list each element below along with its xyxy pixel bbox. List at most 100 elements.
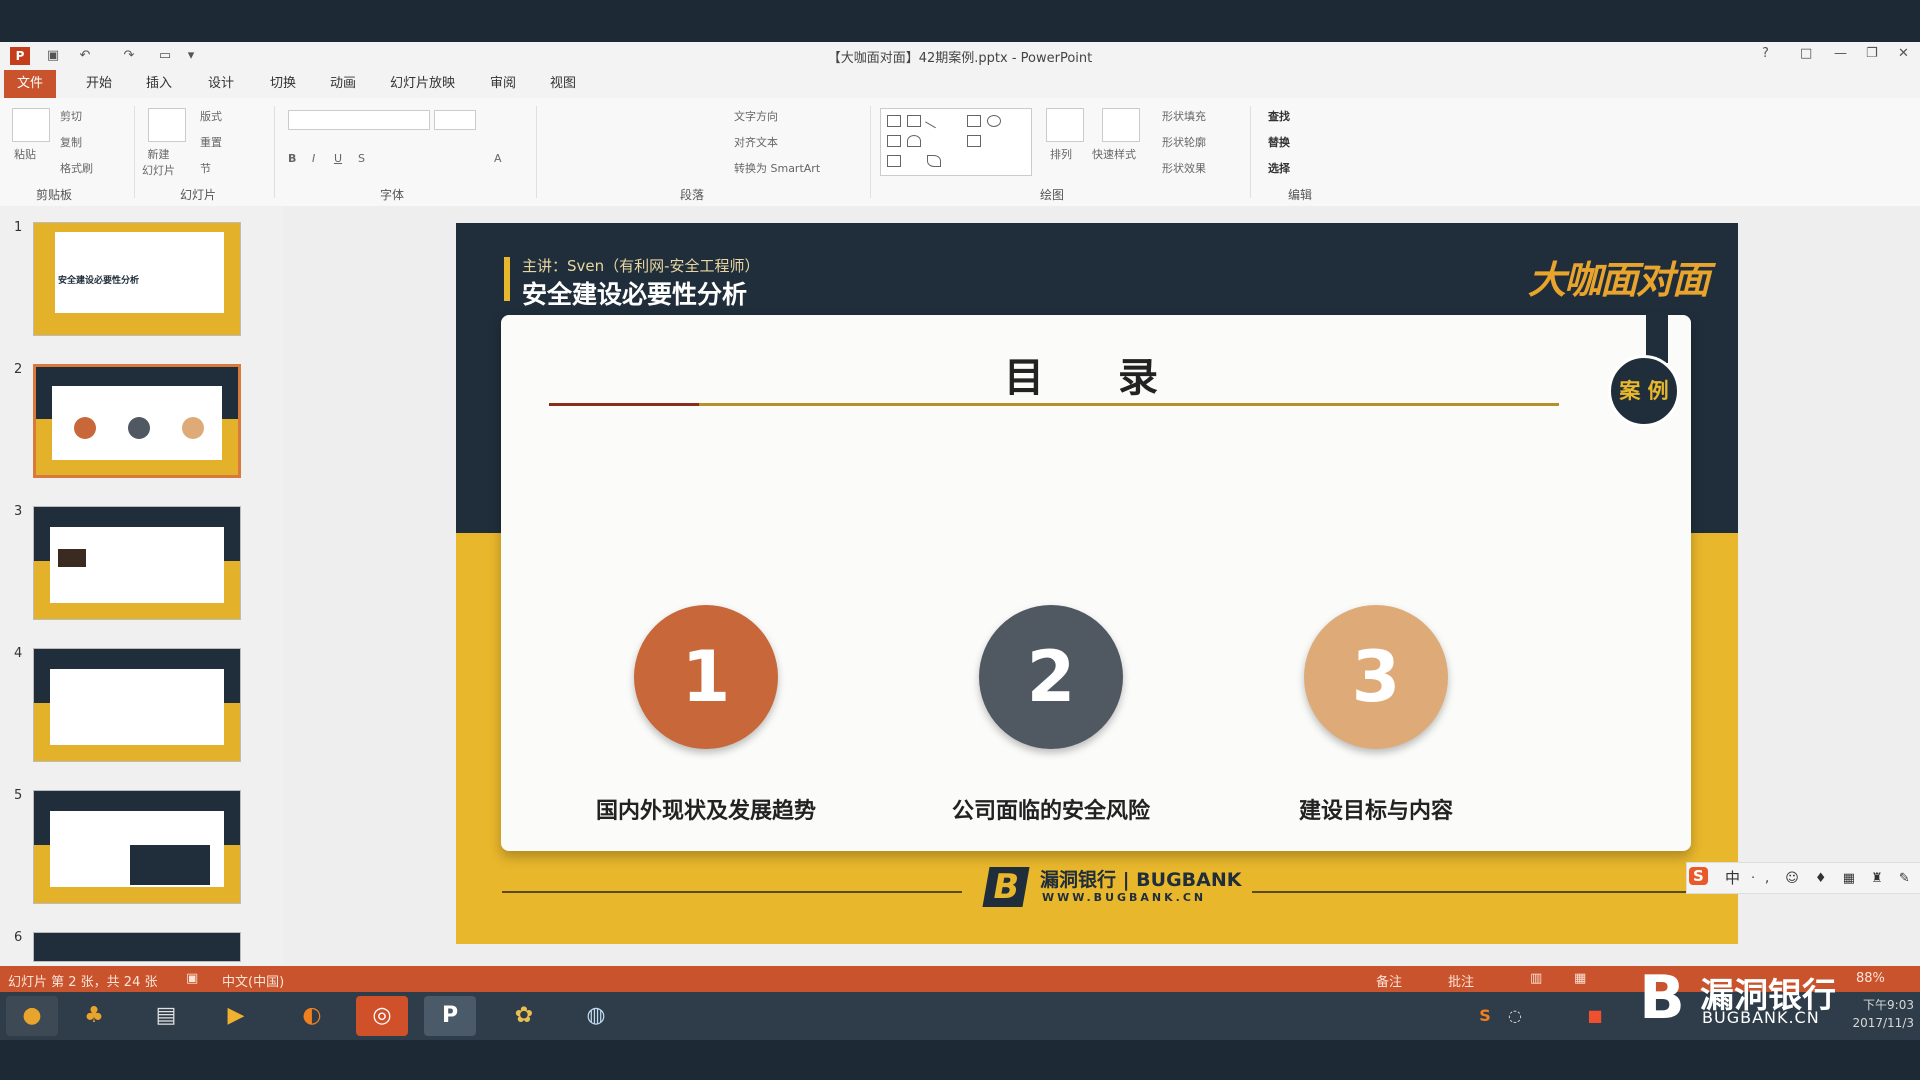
thumbnail-slide-3[interactable]: 3 [0, 502, 283, 620]
font-name-combobox[interactable] [288, 110, 430, 130]
system-clock[interactable]: 下午9:03 2017/11/3 [1830, 996, 1914, 1032]
thumbnail-slide-4[interactable]: 4 [0, 644, 283, 762]
zoom-level[interactable]: 88% [1856, 971, 1885, 986]
new-slide-icon[interactable] [148, 108, 186, 142]
thumbnail-number: 1 [14, 220, 23, 235]
media-player-icon[interactable]: ▶ [210, 996, 262, 1036]
reset-button[interactable]: 重置 [200, 134, 222, 150]
thumbnail-image[interactable] [33, 932, 241, 962]
clipboard-group-label: 剪贴板 [36, 188, 73, 202]
toc-item-label: 公司面临的安全风险 [951, 799, 1150, 824]
rect2-shape-icon[interactable] [887, 135, 901, 147]
minimize-button[interactable]: — [1834, 46, 1847, 61]
thumbnail-image-selected[interactable] [33, 364, 241, 478]
bold-icon[interactable]: B [288, 152, 296, 165]
tab-animations[interactable]: 动画 [322, 74, 364, 94]
shape-fill-button[interactable]: 形状填充 [1162, 108, 1206, 124]
thumbnail-slide-1[interactable]: 1 安全建设必要性分析 [0, 218, 283, 336]
tab-home[interactable]: 开始 [78, 74, 120, 94]
shapes-gallery[interactable] [880, 108, 1032, 176]
callout-shape-icon[interactable] [887, 155, 901, 167]
thumbnail-image[interactable]: 安全建设必要性分析 [33, 222, 241, 336]
font-size-combobox[interactable] [434, 110, 476, 130]
select-button[interactable]: 选择 [1268, 160, 1290, 176]
format-painter-button[interactable]: 格式刷 [60, 160, 93, 176]
ime-language[interactable]: 中 [1725, 867, 1740, 888]
file-explorer-icon[interactable]: ▤ [140, 996, 192, 1036]
find-button[interactable]: 查找 [1268, 108, 1290, 124]
help-button[interactable]: ? [1762, 46, 1769, 61]
tray-sogou-icon[interactable]: S [1470, 996, 1500, 1036]
oval-shape-icon[interactable] [987, 115, 1001, 127]
tab-view[interactable]: 视图 [542, 74, 584, 94]
layout-button[interactable]: 版式 [200, 108, 222, 124]
textbox-shape-icon[interactable] [907, 115, 921, 127]
arrange-icon[interactable] [1046, 108, 1084, 142]
arrow-shape-icon[interactable] [967, 135, 981, 147]
ime-toolbar[interactable]: S 中 ㆍ, ☺ ♦ ▦ ♜ ✎ [1686, 862, 1920, 894]
slide-sorter-icon[interactable]: ▦ [1574, 971, 1586, 986]
copy-button[interactable]: 复制 [60, 134, 82, 150]
paste-button[interactable]: 粘贴 [14, 146, 36, 162]
shadow-icon[interactable]: S [358, 152, 365, 165]
thumbnail-image[interactable] [33, 790, 241, 904]
language-indicator[interactable]: 中文(中国) [222, 971, 284, 990]
ribbon-separator [274, 106, 275, 198]
network-app-icon[interactable]: ◍ [570, 996, 622, 1036]
tray-app-icon[interactable]: ■ [1580, 996, 1610, 1036]
underline-icon[interactable]: U [334, 152, 342, 165]
paragraph-group-label: 段落 [680, 188, 705, 202]
rectangle-shape-icon[interactable] [887, 115, 901, 127]
quick-styles-button[interactable]: 快速样式 [1092, 146, 1136, 162]
current-slide[interactable]: 主讲：Sven（有利网-安全工程师） 安全建设必要性分析 大咖面对面 目 录 1… [456, 223, 1738, 944]
replace-button[interactable]: 替换 [1268, 134, 1290, 150]
tray-network-icon[interactable]: ◌ [1500, 996, 1530, 1036]
text-direction-button[interactable]: 文字方向 [734, 108, 778, 124]
quick-styles-icon[interactable] [1102, 108, 1140, 142]
paste-icon[interactable] [12, 108, 50, 142]
convert-smartart-button[interactable]: 转换为 SmartArt [734, 160, 820, 176]
thumbnail-slide-6[interactable]: 6 [0, 928, 283, 966]
cut-button[interactable]: 剪切 [60, 108, 82, 124]
thumbnail-slide-2[interactable]: 2 [0, 360, 283, 478]
thumbnail-slide-5[interactable]: 5 [0, 786, 283, 904]
italic-icon[interactable]: I [312, 152, 315, 165]
arrange-button[interactable]: 排列 [1050, 146, 1072, 162]
tab-file[interactable]: 文件 [4, 70, 56, 98]
notes-button[interactable]: 备注 [1376, 971, 1402, 990]
toc-number-circle: 1 [634, 605, 778, 749]
thumbnail-scrollbar[interactable] [272, 212, 282, 962]
curve-shape-icon[interactable] [927, 155, 941, 167]
close-button[interactable]: ✕ [1898, 46, 1909, 61]
spellcheck-icon[interactable]: ▣ [186, 971, 198, 986]
comments-button[interactable]: 批注 [1448, 971, 1474, 990]
sogou-logo-icon[interactable]: S [1689, 867, 1708, 885]
thumbnail-image[interactable] [33, 648, 241, 762]
tab-insert[interactable]: 插入 [138, 74, 180, 94]
font-color-icon[interactable]: A [494, 152, 502, 165]
restore-button[interactable]: ❐ [1866, 46, 1878, 61]
tab-transitions[interactable]: 切换 [262, 74, 304, 94]
section-button[interactable]: 节 [200, 160, 211, 176]
top-screen-border [0, 0, 1920, 42]
thumbnail-image[interactable] [33, 506, 241, 620]
tab-review[interactable]: 审阅 [482, 74, 524, 94]
triangle-shape-icon[interactable] [907, 135, 921, 147]
app-icon[interactable]: ✿ [498, 996, 550, 1036]
powerpoint-taskbar-icon[interactable]: P [424, 996, 476, 1036]
rect-shape-icon[interactable] [967, 115, 981, 127]
tab-slideshow[interactable]: 幻灯片放映 [382, 74, 463, 94]
netease-music-icon[interactable]: ◎ [356, 996, 408, 1036]
ime-tools[interactable]: ㆍ, ☺ ♦ ▦ ♜ ✎ [1747, 867, 1916, 886]
align-text-button[interactable]: 对齐文本 [734, 134, 778, 150]
start-button-icon[interactable]: ● [6, 996, 58, 1036]
line-shape-icon[interactable] [925, 112, 941, 129]
shape-outline-button[interactable]: 形状轮廓 [1162, 134, 1206, 150]
ribbon-display-button[interactable]: □ [1800, 46, 1812, 61]
firefox-icon[interactable]: ◐ [286, 996, 338, 1036]
qq-icon[interactable]: ♣ [68, 996, 120, 1036]
normal-view-icon[interactable]: ▥ [1530, 971, 1542, 986]
shape-effects-button[interactable]: 形状效果 [1162, 160, 1206, 176]
new-slide-button[interactable]: 新建 幻灯片 [142, 146, 175, 178]
tab-design[interactable]: 设计 [200, 74, 242, 94]
